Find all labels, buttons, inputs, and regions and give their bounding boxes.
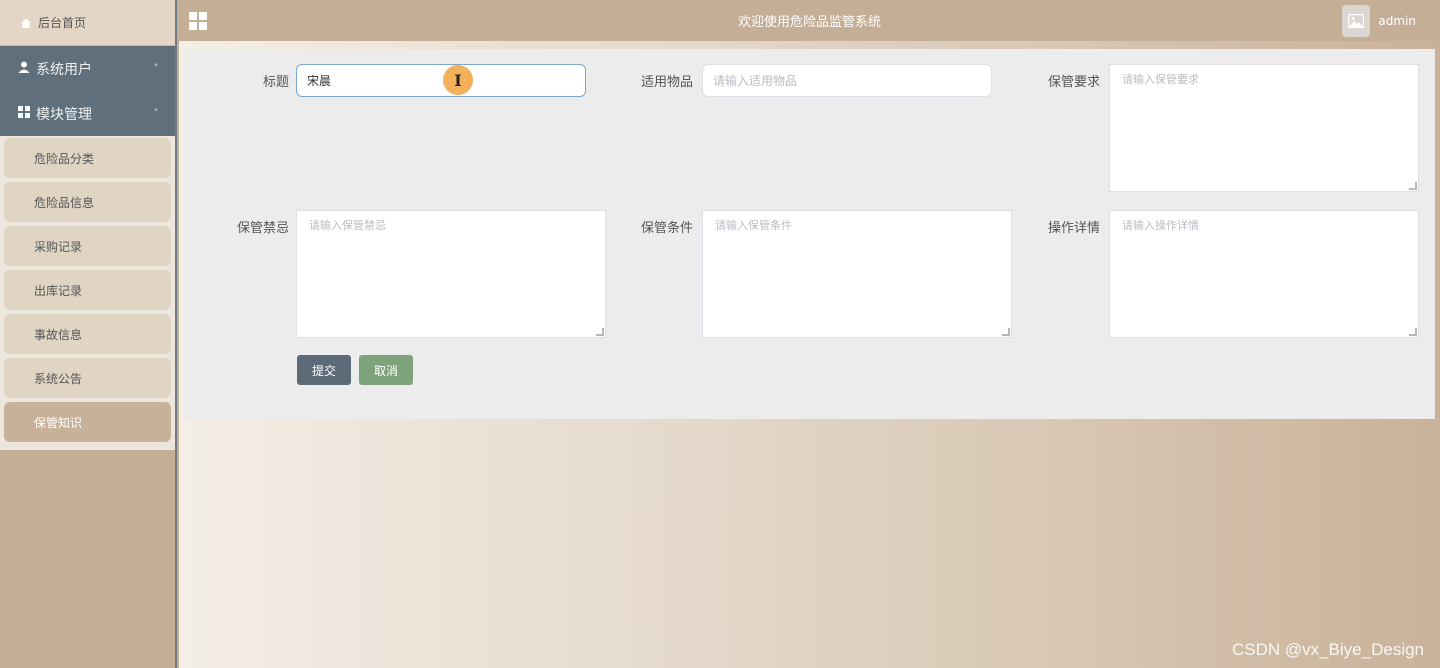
resize-handle[interactable] [1409,328,1417,336]
avatar[interactable] [1342,4,1371,37]
chevron-down-icon: ˅ [153,62,160,75]
user-menu[interactable]: admin [1342,4,1416,37]
watermark: CSDN @vx_Biye_Design [1231,640,1424,659]
requirement-label: 保管要求 [1047,75,1100,90]
text-cursor-icon: I [443,65,473,95]
sidebar-item-label: 保管知识 [34,415,83,430]
image-icon [1348,13,1365,28]
topbar: 欢迎使用危险品监管系统 admin [179,0,1440,41]
title-label: 标题 [262,75,289,90]
taboo-label: 保管禁忌 [236,221,289,236]
form-panel: 标题 宋晨 I 适用物品 请输入适用物品 保管要求 请输入保管要求 保管禁忌 请… [184,49,1435,419]
sidebar-item-purchase[interactable]: 采购记录 [4,226,171,266]
sidebar-group-label: 系统用户 [36,61,92,78]
home-icon [20,17,32,29]
sidebar-item-label: 事故信息 [34,327,83,342]
resize-handle[interactable] [596,328,604,336]
sidebar-item-knowledge[interactable]: 保管知识 [4,402,171,442]
resize-handle[interactable] [1002,328,1010,336]
condition-label: 保管条件 [640,221,693,236]
username: admin [1378,13,1416,28]
title-input[interactable]: 宋晨 [296,64,586,97]
item-label: 适用物品 [640,75,693,90]
requirement-placeholder: 请输入保管要求 [1122,73,1199,86]
taboo-placeholder: 请输入保管禁忌 [309,219,386,232]
title-input-value: 宋晨 [307,74,332,88]
sidebar-item-outbound[interactable]: 出库记录 [4,270,171,310]
grid-icon [18,105,30,122]
sidebar-item-label: 采购记录 [34,239,83,254]
detail-placeholder: 请输入操作详情 [1122,219,1199,232]
sidebar-item-accident[interactable]: 事故信息 [4,314,171,354]
sidebar-home-label: 后台首页 [38,16,87,30]
sidebar-group-modules[interactable]: 模块管理 ˄ [0,91,175,136]
sidebar-group-users[interactable]: 系统用户 ˅ [0,46,175,91]
sidebar-item-label: 出库记录 [34,283,83,298]
sidebar-submenu: 危险品分类 危险品信息 采购记录 出库记录 事故信息 系统公告 保管知识 [0,136,175,450]
cancel-button[interactable]: 取消 [359,355,413,385]
requirement-textarea[interactable]: 请输入保管要求 [1109,64,1419,192]
main-content: 标题 宋晨 I 适用物品 请输入适用物品 保管要求 请输入保管要求 保管禁忌 请… [179,41,1440,668]
app-title: 欢迎使用危险品监管系统 [737,15,881,30]
detail-textarea[interactable]: 请输入操作详情 [1109,210,1419,338]
user-icon [18,61,30,77]
sidebar-home[interactable]: 后台首页 [0,0,175,46]
sidebar-item-info[interactable]: 危险品信息 [4,182,171,222]
sidebar: 后台首页 系统用户 ˅ 模块管理 ˄ 危险品分类 危险品信息 采购记录 出库记录… [0,0,177,668]
sidebar-item-label: 危险品信息 [34,195,95,210]
condition-textarea[interactable]: 请输入保管条件 [702,210,1012,338]
sidebar-group-label: 模块管理 [36,106,92,123]
condition-placeholder: 请输入保管条件 [715,219,792,232]
item-input[interactable]: 请输入适用物品 [702,64,992,97]
submit-button[interactable]: 提交 [297,355,351,385]
detail-label: 操作详情 [1047,221,1100,236]
resize-handle[interactable] [1409,182,1417,190]
sidebar-item-label: 危险品分类 [34,151,95,166]
chevron-up-icon: ˄ [153,107,160,120]
sidebar-item-category[interactable]: 危险品分类 [4,138,171,178]
sidebar-item-label: 系统公告 [34,371,83,386]
sidebar-item-notice[interactable]: 系统公告 [4,358,171,398]
taboo-textarea[interactable]: 请输入保管禁忌 [296,210,606,338]
item-input-placeholder: 请输入适用物品 [713,74,798,88]
